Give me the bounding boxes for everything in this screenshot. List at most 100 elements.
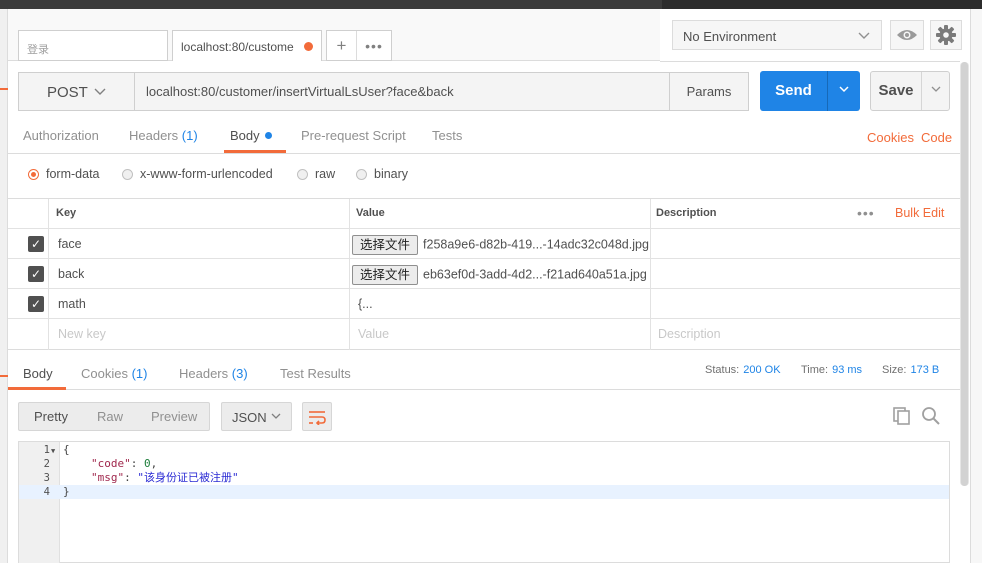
json-number: 0 bbox=[144, 457, 151, 470]
size-value[interactable]: 173 B bbox=[910, 364, 939, 376]
window-top-bar-right bbox=[662, 0, 982, 9]
table-more-icon[interactable]: ••• bbox=[857, 199, 875, 228]
time-value[interactable]: 93 ms bbox=[832, 364, 862, 376]
radio-x-www-form-urlencoded[interactable]: x-www-form-urlencoded bbox=[122, 167, 273, 181]
radio-binary[interactable]: binary bbox=[356, 167, 408, 181]
bulk-edit-link[interactable]: Bulk Edit bbox=[895, 199, 944, 228]
check-icon[interactable]: ✓ bbox=[28, 236, 44, 252]
line-number: 4 bbox=[43, 486, 50, 498]
check-icon[interactable]: ✓ bbox=[28, 296, 44, 312]
cookies-count: (1) bbox=[131, 366, 148, 381]
json-comma: , bbox=[150, 457, 158, 470]
scrollbar-thumb[interactable] bbox=[961, 62, 968, 486]
code-text: "msg": "该身份证已被注册" bbox=[91, 471, 239, 485]
param-key[interactable]: back bbox=[58, 259, 84, 289]
environment-select[interactable]: No Environment bbox=[672, 20, 882, 50]
method-select[interactable]: POST bbox=[18, 72, 135, 111]
tab-response-cookies[interactable]: Cookies (1) bbox=[81, 366, 147, 381]
tab-tests[interactable]: Tests bbox=[432, 128, 462, 143]
copy-icon[interactable] bbox=[892, 406, 912, 426]
radio-unselected-icon bbox=[122, 168, 133, 180]
status-value[interactable]: 200 OK bbox=[743, 364, 780, 376]
time-label: Time: bbox=[801, 364, 829, 376]
response-section-tabs: Body Cookies (1) Headers (3) Test Result… bbox=[8, 352, 960, 390]
cookies-link[interactable]: Cookies bbox=[867, 130, 914, 145]
url-input[interactable]: localhost:80/customer/insertVirtualLsUse… bbox=[134, 72, 670, 111]
tab-headers-label: Headers bbox=[179, 366, 229, 381]
response-body-editor[interactable]: 1 ▼ { 2 "code": 0, 3 "msg": "该身份证已被注册" 4… bbox=[18, 441, 950, 563]
code-line: 2 "code": 0, bbox=[19, 457, 949, 471]
choose-file-button[interactable]: 选择文件 bbox=[352, 264, 419, 285]
json-colon: : bbox=[130, 457, 144, 470]
tab-more-icon[interactable]: ••• bbox=[357, 38, 391, 54]
tab-request-active[interactable]: localhost:80/custome bbox=[172, 30, 322, 61]
tab-headers-label: Headers bbox=[129, 128, 179, 143]
send-options-chevron-icon[interactable] bbox=[827, 71, 860, 111]
manage-environments-button[interactable] bbox=[930, 20, 962, 50]
tab-response-body[interactable]: Body bbox=[23, 366, 53, 381]
tab-test-results[interactable]: Test Results bbox=[280, 366, 351, 381]
time-readout: Time: 93 ms bbox=[801, 364, 862, 376]
tab-response-headers[interactable]: Headers (3) bbox=[179, 366, 248, 381]
new-key-input[interactable]: New key bbox=[58, 319, 106, 349]
radio-label: form-data bbox=[46, 167, 100, 181]
code-text: "code": 0, bbox=[91, 457, 157, 471]
tab-label: localhost:80/custome bbox=[181, 40, 294, 54]
table-row: ✓ face 选择文件 f258a9e6-d82b-419...-14adc32c… bbox=[8, 229, 960, 259]
code-text: } bbox=[63, 485, 70, 498]
gear-icon bbox=[936, 25, 956, 45]
params-button[interactable]: Params bbox=[669, 72, 749, 111]
response-format-select[interactable]: JSON bbox=[221, 402, 292, 431]
vertical-scrollbar[interactable] bbox=[960, 62, 969, 486]
code-link[interactable]: Code bbox=[921, 130, 952, 145]
param-value: 选择文件 f258a9e6-d82b-419...-14adc32c048d.jp… bbox=[352, 229, 649, 259]
radio-label: x-www-form-urlencoded bbox=[140, 167, 273, 181]
table-row-new: New key Value Description bbox=[8, 319, 960, 349]
radio-label: raw bbox=[315, 167, 336, 181]
environment-value: No Environment bbox=[683, 29, 777, 44]
save-button[interactable]: Save bbox=[870, 71, 950, 111]
eye-icon bbox=[897, 30, 917, 40]
param-value[interactable]: {... bbox=[358, 289, 373, 319]
headers-count: (3) bbox=[231, 366, 248, 381]
tab-search-input[interactable]: 登录 bbox=[18, 30, 168, 61]
new-tab-plus-icon[interactable]: + bbox=[327, 31, 357, 60]
radio-form-data[interactable]: form-data bbox=[28, 167, 100, 181]
view-pretty-button[interactable]: Pretty bbox=[34, 403, 68, 430]
table-row: ✓ back 选择文件 eb63ef0d-3add-4d2...-f21ad640… bbox=[8, 259, 960, 289]
form-data-table: Key Value Description ••• Bulk Edit ✓ fa… bbox=[8, 199, 960, 350]
request-tab-bar: 登录 localhost:80/custome + ••• bbox=[8, 9, 660, 61]
tab-prerequest-script[interactable]: Pre-request Script bbox=[301, 128, 406, 143]
code-text: { bbox=[63, 443, 70, 456]
radio-raw[interactable]: raw bbox=[297, 167, 335, 181]
search-icon[interactable] bbox=[921, 406, 941, 426]
save-label[interactable]: Save bbox=[871, 72, 921, 110]
save-options-chevron-icon[interactable] bbox=[921, 72, 950, 110]
view-preview-button[interactable]: Preview bbox=[151, 403, 197, 430]
response-view-mode: Pretty Raw Preview bbox=[18, 402, 210, 431]
new-description-input[interactable]: Description bbox=[658, 319, 721, 349]
send-button[interactable]: Send bbox=[760, 71, 860, 111]
window-top-bar bbox=[0, 0, 982, 9]
tab-body[interactable]: Body bbox=[230, 128, 272, 143]
headers-count: (1) bbox=[181, 128, 198, 143]
send-label[interactable]: Send bbox=[760, 71, 827, 111]
status-label: Status: bbox=[705, 364, 740, 376]
view-raw-button[interactable]: Raw bbox=[97, 403, 123, 430]
param-key[interactable]: face bbox=[58, 229, 82, 259]
chevron-down-icon bbox=[93, 84, 107, 101]
wrap-lines-button[interactable] bbox=[302, 402, 332, 431]
param-key[interactable]: math bbox=[58, 289, 86, 319]
tab-headers[interactable]: Headers (1) bbox=[129, 128, 198, 143]
tab-authorization[interactable]: Authorization bbox=[23, 128, 99, 143]
new-value-input[interactable]: Value bbox=[358, 319, 389, 349]
column-header-description: Description bbox=[656, 207, 717, 219]
choose-file-button[interactable]: 选择文件 bbox=[352, 234, 419, 255]
fold-arrow-icon[interactable]: ▼ bbox=[51, 444, 55, 458]
code-line: 3 "msg": "该身份证已被注册" bbox=[19, 471, 949, 485]
column-header-value: Value bbox=[356, 207, 385, 219]
line-number: 1 bbox=[43, 444, 50, 456]
check-icon[interactable]: ✓ bbox=[28, 266, 44, 282]
environment-quick-look-button[interactable] bbox=[890, 20, 924, 50]
unsaved-dot-icon bbox=[304, 42, 313, 51]
